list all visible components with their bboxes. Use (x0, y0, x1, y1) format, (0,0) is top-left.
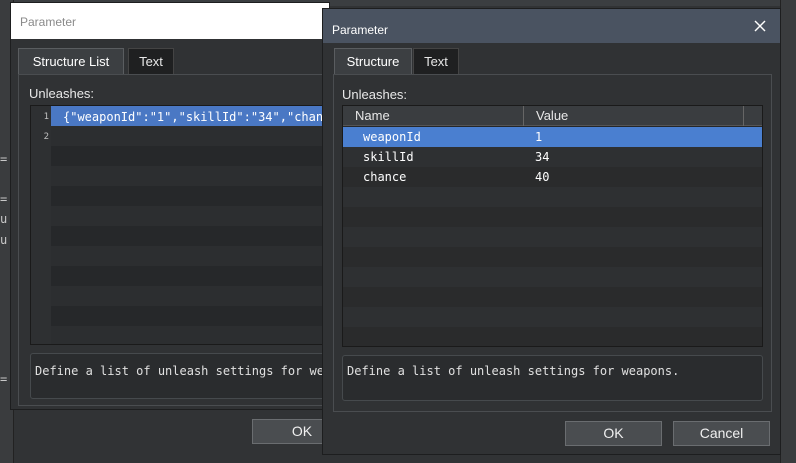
editor-line (51, 206, 349, 226)
bg-right-panel (780, 0, 796, 463)
row-value: 1 (535, 130, 543, 144)
editor-line (51, 266, 349, 286)
cancel-button[interactable]: Cancel (673, 421, 770, 446)
code-editor[interactable]: 1 2 {"weaponId":"1","skillId":"34","chan… (30, 105, 350, 345)
table-row[interactable]: skillId 34 (343, 147, 762, 167)
front-description-text: Define a list of unleash settings for we… (347, 364, 680, 378)
row-value: 34 (535, 150, 550, 164)
editor-line[interactable] (51, 126, 349, 146)
tab-structure-list[interactable]: Structure List (18, 48, 124, 75)
table-row-empty (343, 267, 762, 287)
table-row-empty (343, 247, 762, 267)
front-dialog-titlebar: Parameter (323, 9, 780, 43)
line-number: 2 (43, 132, 49, 142)
editor-line (51, 146, 349, 166)
editor-line (51, 286, 349, 306)
table-row-empty (343, 327, 762, 346)
unleashes-label: Unleashes: (29, 86, 95, 101)
unleashes-label: Unleashes: (342, 87, 408, 102)
tab-text[interactable]: Text (128, 48, 174, 75)
back-dialog-titlebar: Parameter (11, 3, 329, 39)
table-header: Name Value (343, 106, 762, 126)
tab-structure[interactable]: Structure (334, 48, 412, 75)
row-name: chance (363, 170, 407, 184)
table-row-empty (343, 287, 762, 307)
column-header-name[interactable]: Name (343, 106, 523, 126)
close-icon[interactable] (752, 18, 768, 34)
back-description-text: Define a list of unleash settings for we… (35, 364, 339, 378)
table-row-empty (343, 307, 762, 327)
column-header-value[interactable]: Value (524, 106, 742, 126)
editor-line-selected[interactable]: {"weaponId":"1","skillId":"34","chance (51, 106, 349, 126)
editor-line (51, 246, 349, 266)
back-description-box: Define a list of unleash settings for we… (30, 353, 350, 399)
table-row-empty (343, 207, 762, 227)
code-line-text: {"weaponId":"1","skillId":"34","chance (63, 110, 338, 124)
table-row-empty (343, 227, 762, 247)
front-parameter-dialog: Parameter Structure Text Unleashes: Name… (322, 8, 781, 455)
table-row-selected[interactable]: weaponId 1 (343, 127, 762, 147)
back-dialog-title: Parameter (20, 15, 77, 29)
editor-line (51, 166, 349, 186)
front-dialog-title: Parameter (332, 23, 389, 37)
front-tab-panel: Unleashes: Name Value weaponId 1 skillId… (333, 74, 772, 412)
row-value: 40 (535, 170, 550, 184)
row-name: skillId (363, 150, 414, 164)
editor-line (51, 306, 349, 326)
table-row-empty (343, 187, 762, 207)
structure-table[interactable]: Name Value weaponId 1 skillId 34 chance … (342, 105, 763, 347)
line-number: 1 (43, 112, 49, 122)
back-tab-panel: Unleashes: 1 2 {"weaponId":"1","skillId"… (18, 74, 350, 406)
front-description-box: Define a list of unleash settings for we… (342, 355, 763, 401)
ok-button[interactable]: OK (565, 421, 662, 446)
tab-text[interactable]: Text (413, 48, 459, 75)
row-name: weaponId (363, 130, 421, 144)
table-row[interactable]: chance 40 (343, 167, 762, 187)
editor-line (51, 186, 349, 206)
editor-line (51, 226, 349, 246)
column-separator[interactable] (743, 106, 744, 126)
back-parameter-dialog: Parameter Structure List Text Unleashes:… (10, 2, 352, 444)
editor-line (51, 326, 349, 344)
